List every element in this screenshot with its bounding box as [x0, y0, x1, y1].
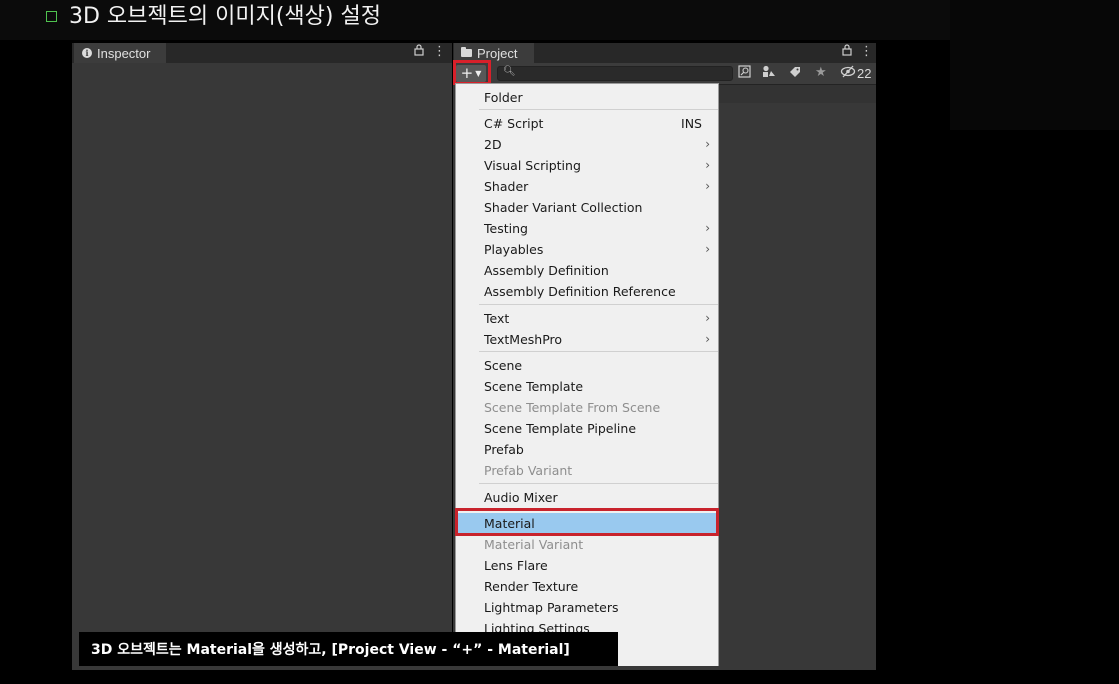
project-toolbar: + ▼ 🔍︎ ★ 22 [453, 63, 876, 85]
slide-title-text: 3D 오브젝트의 이미지(색상) 설정 [69, 4, 381, 29]
menu-item-prefab-variant: Prefab Variant [484, 463, 573, 478]
menu-item-audio-mixer[interactable]: Audio Mixer [456, 487, 718, 508]
project-tab-label: Project [477, 45, 518, 61]
search-icon: 🔍︎ [503, 66, 516, 77]
create-menu: Folder C# Script INS 2D › Visual Scripting… [455, 83, 719, 670]
menu-separator [479, 109, 718, 110]
submenu-arrow-icon: › [705, 158, 710, 172]
inspector-panel: i Inspector ⋮ [72, 43, 452, 670]
lock-icon[interactable] [414, 44, 424, 60]
menu-item-lens-flare[interactable]: Lens Flare [456, 555, 718, 576]
favorite-icon[interactable]: ★ [815, 65, 827, 80]
menu-shortcut: INS [681, 116, 702, 131]
menu-item-testing[interactable]: Testing › [456, 218, 718, 239]
label-icon[interactable] [788, 65, 801, 82]
menu-item-assembly-definition-reference[interactable]: Assembly Definition Reference [456, 281, 718, 302]
menu-item-assembly-definition[interactable]: Assembly Definition [456, 260, 718, 281]
search-by-type-icon[interactable] [738, 65, 751, 82]
background-right-panel [950, 0, 1119, 130]
submenu-arrow-icon: › [705, 242, 710, 256]
square-bullet-icon [46, 10, 57, 22]
menu-item-playables[interactable]: Playables › [456, 239, 718, 260]
submenu-arrow-icon: › [705, 311, 710, 325]
menu-separator [479, 483, 718, 484]
menu-item-textmeshpro[interactable]: TextMeshPro › [456, 329, 718, 350]
menu-item-lightmap-parameters[interactable]: Lightmap Parameters [456, 597, 718, 618]
inspector-tab-label: Inspector [97, 45, 151, 61]
menu-separator [479, 351, 718, 352]
menu-item-render-texture[interactable]: Render Texture [456, 576, 718, 597]
kebab-menu-icon[interactable]: ⋮ [860, 44, 873, 59]
project-header: Project ⋮ [453, 43, 876, 63]
lock-icon[interactable] [842, 44, 852, 60]
submenu-arrow-icon: › [705, 137, 710, 151]
menu-item-folder[interactable]: Folder [456, 87, 718, 108]
search-input[interactable] [497, 66, 733, 81]
inspector-header: i Inspector ⋮ [72, 43, 452, 63]
menu-item-visual-scripting[interactable]: Visual Scripting › [456, 155, 718, 176]
project-assets-header [719, 85, 876, 103]
tab-inspector[interactable]: i Inspector [74, 43, 166, 63]
hidden-packages-count: 22 [857, 66, 872, 81]
menu-item-scene-template-from-scene: Scene Template From Scene [484, 400, 661, 415]
search-by-label-icon[interactable] [762, 65, 776, 82]
menu-item-scene-template[interactable]: Scene Template [456, 376, 718, 397]
menu-item-2d[interactable]: 2D › [456, 134, 718, 155]
menu-item-scene[interactable]: Scene [456, 355, 718, 376]
submenu-arrow-icon: › [705, 221, 710, 235]
menu-item-shader-variant-collection[interactable]: Shader Variant Collection [456, 197, 718, 218]
kebab-menu-icon[interactable]: ⋮ [433, 44, 446, 59]
menu-item-shader[interactable]: Shader › [456, 176, 718, 197]
hidden-packages-icon[interactable] [840, 65, 856, 82]
menu-item-material-variant: Material Variant [484, 537, 584, 552]
info-icon: i [82, 48, 92, 58]
submenu-arrow-icon: › [705, 332, 710, 346]
menu-item-prefab[interactable]: Prefab [456, 439, 718, 460]
slide-title: 3D 오브젝트의 이미지(색상) 설정 [46, 0, 381, 29]
folder-icon [461, 47, 472, 57]
create-button-highlight [453, 60, 491, 85]
material-item-highlight [455, 508, 719, 536]
slide-caption: 3D 오브젝트는 Material을 생성하고, [Project View -… [79, 632, 618, 666]
caption-strip [72, 666, 876, 670]
menu-item-scene-template-pipeline[interactable]: Scene Template Pipeline [456, 418, 718, 439]
menu-separator [479, 304, 718, 305]
menu-item-csharp-script[interactable]: C# Script INS [456, 113, 718, 134]
menu-item-text[interactable]: Text › [456, 308, 718, 329]
submenu-arrow-icon: › [705, 179, 710, 193]
